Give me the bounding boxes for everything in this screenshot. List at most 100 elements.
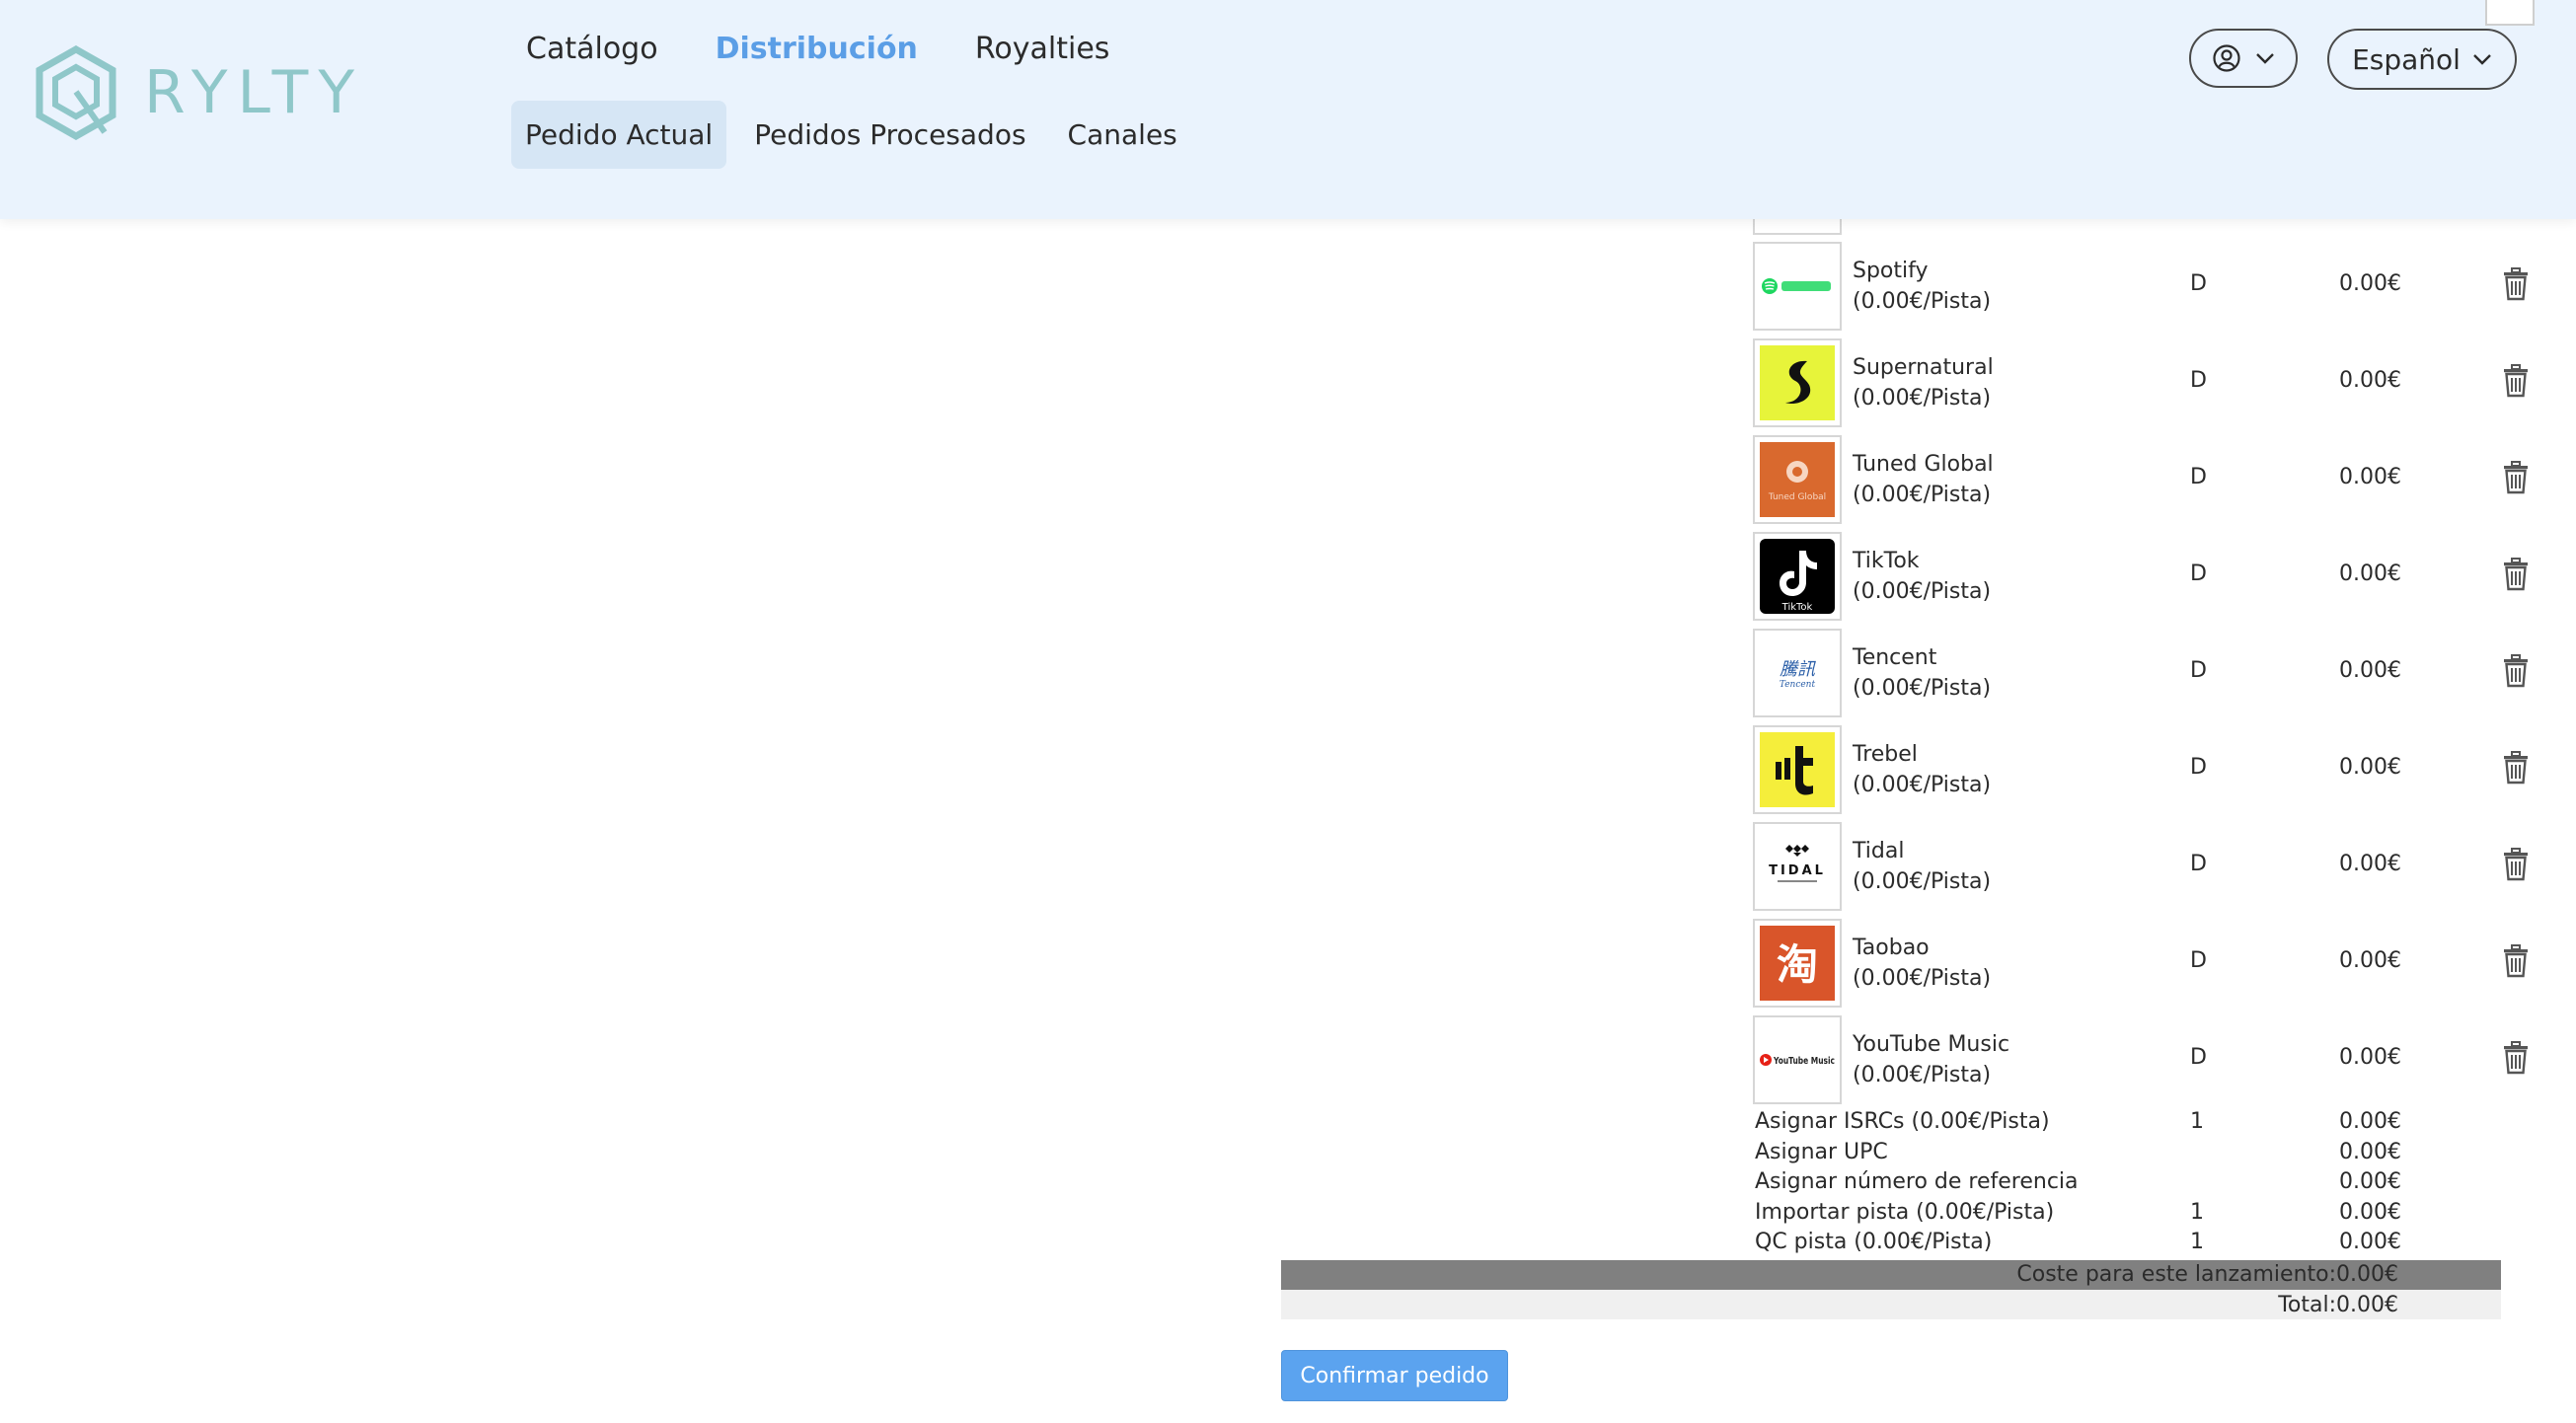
tab-canales[interactable]: Canales <box>1054 101 1191 169</box>
service-logo <box>1753 338 1842 427</box>
trash-icon[interactable] <box>2501 461 2531 494</box>
service-logo: 淘 <box>1753 919 1842 1008</box>
extra-row: QC pista (0.00€/Pista) 1 0.00€ <box>1755 1230 2426 1259</box>
trash-icon[interactable] <box>2501 1041 2531 1075</box>
trash-icon[interactable] <box>2501 944 2531 978</box>
service-name: Spotify (0.00€/Pista) <box>1853 256 1991 317</box>
order-row-tidal: TIDAL Tidal (0.00€/Pista) D 0.00€ <box>1753 822 2542 913</box>
youtube-music-logo-icon: YouTube Music <box>1760 1054 1835 1067</box>
nav-catalogo[interactable]: Catálogo <box>526 32 658 66</box>
extra-label: Asignar ISRCs (0.00€/Pista) <box>1755 1109 2050 1134</box>
svg-text:TIDAL: TIDAL <box>1769 863 1826 878</box>
service-title: Supernatural <box>1853 355 1994 380</box>
extra-row: Asignar número de referencia 0.00€ <box>1755 1169 2426 1199</box>
service-qty: D <box>2190 368 2207 393</box>
trash-icon[interactable] <box>2501 654 2531 688</box>
service-title: Tencent <box>1853 645 1937 670</box>
service-name: YouTube Music (0.00€/Pista) <box>1853 1029 2009 1090</box>
service-name: Tidal (0.00€/Pista) <box>1853 836 1991 897</box>
nav-royalties[interactable]: Royalties <box>975 32 1110 66</box>
trash-icon[interactable] <box>2501 267 2531 301</box>
release-cost-label: Coste para este lanzamiento:0.00€ <box>2016 1262 2398 1287</box>
service-price: 0.00€ <box>2339 658 2401 683</box>
total-label: Total:0.00€ <box>2278 1293 2398 1317</box>
service-name: Trebel (0.00€/Pista) <box>1853 739 1991 800</box>
service-price: 0.00€ <box>2339 852 2401 876</box>
trash-icon[interactable] <box>2501 364 2531 398</box>
svg-text:淘: 淘 <box>1777 940 1818 989</box>
extra-row: Asignar UPC 0.00€ <box>1755 1140 2426 1169</box>
service-title: Spotify <box>1853 259 1929 283</box>
extra-qty: 1 <box>2190 1200 2204 1225</box>
brand-logo[interactable]: RYLTY <box>34 45 364 140</box>
tidal-logo-icon: TIDAL <box>1769 845 1826 882</box>
taobao-logo-icon: 淘 <box>1760 926 1835 1001</box>
service-qty: D <box>2190 271 2207 296</box>
service-rate: (0.00€/Pista) <box>1853 966 1992 991</box>
service-rate: (0.00€/Pista) <box>1853 1063 1992 1087</box>
nav-distribucion[interactable]: Distribución <box>716 32 918 66</box>
tab-pedidos-procesados[interactable]: Pedidos Procesados <box>740 101 1039 169</box>
supernatural-logo-icon <box>1760 345 1835 420</box>
chevron-down-icon <box>2256 53 2274 64</box>
order-row-tuned-global: Tuned Global Tuned Global (0.00€/Pista) … <box>1753 435 2542 526</box>
service-rate: (0.00€/Pista) <box>1853 386 1992 411</box>
svg-text:騰訊: 騰訊 <box>1780 659 1816 680</box>
service-name: Taobao (0.00€/Pista) <box>1853 933 1991 994</box>
trash-icon[interactable] <box>2501 751 2531 785</box>
top-header: RYLTY Catálogo Distribución Royalties Pe… <box>0 0 2576 219</box>
extra-label: Asignar UPC <box>1755 1140 1888 1164</box>
service-qty: D <box>2190 465 2207 489</box>
service-rate: (0.00€/Pista) <box>1853 676 1992 701</box>
service-qty: D <box>2190 1045 2207 1070</box>
tiktok-logo-icon: TikTok <box>1760 539 1835 614</box>
language-select[interactable]: Español <box>2327 29 2517 90</box>
service-name: Tencent (0.00€/Pista) <box>1853 642 1991 704</box>
order-row-tiktok: TikTok TikTok (0.00€/Pista) D 0.00€ <box>1753 532 2542 623</box>
order-row-tencent: 騰訊 Tencent Tencent (0.00€/Pista) D 0.00€ <box>1753 629 2542 719</box>
extra-qty: 1 <box>2190 1109 2204 1134</box>
extra-price: 0.00€ <box>2339 1109 2401 1134</box>
svg-text:Tencent: Tencent <box>1780 680 1816 690</box>
trash-icon[interactable] <box>2501 848 2531 881</box>
svg-text:YouTube Music: YouTube Music <box>1773 1056 1835 1067</box>
svg-text:Tuned Global: Tuned Global <box>1768 492 1826 502</box>
tuned-global-logo-icon: Tuned Global <box>1760 442 1835 517</box>
order-row-taobao: 淘 Taobao (0.00€/Pista) D 0.00€ <box>1753 919 2542 1010</box>
trash-icon[interactable] <box>2501 558 2531 591</box>
service-logo <box>1753 725 1842 814</box>
spotify-logo-icon <box>1762 278 1831 294</box>
service-qty: D <box>2190 852 2207 876</box>
service-qty: D <box>2190 755 2207 780</box>
service-title: Tuned Global <box>1853 452 1994 477</box>
release-cost-row: Coste para este lanzamiento:0.00€ <box>1281 1260 2501 1290</box>
service-rate: (0.00€/Pista) <box>1853 483 1992 507</box>
extra-row: Importar pista (0.00€/Pista) 1 0.00€ <box>1755 1200 2426 1230</box>
service-rate: (0.00€/Pista) <box>1853 579 1992 604</box>
user-menu-button[interactable] <box>2189 29 2298 88</box>
service-name: TikTok (0.00€/Pista) <box>1853 546 1991 607</box>
service-price: 0.00€ <box>2339 368 2401 393</box>
extra-price: 0.00€ <box>2339 1140 2401 1164</box>
order-row-trebel: Trebel (0.00€/Pista) D 0.00€ <box>1753 725 2542 816</box>
extra-price: 0.00€ <box>2339 1169 2401 1194</box>
corner-widget[interactable] <box>2485 0 2535 26</box>
service-rate: (0.00€/Pista) <box>1853 289 1992 314</box>
service-qty: D <box>2190 562 2207 586</box>
service-price: 0.00€ <box>2339 1045 2401 1070</box>
service-title: YouTube Music <box>1853 1032 2010 1057</box>
extra-label: Importar pista (0.00€/Pista) <box>1755 1200 2055 1225</box>
total-row: Total:0.00€ <box>1281 1290 2501 1319</box>
service-price: 0.00€ <box>2339 755 2401 780</box>
service-price: 0.00€ <box>2339 465 2401 489</box>
service-logo: YouTube Music <box>1753 1015 1842 1104</box>
service-logo: TikTok <box>1753 532 1842 621</box>
extra-qty: 1 <box>2190 1230 2204 1254</box>
extra-row: Asignar ISRCs (0.00€/Pista) 1 0.00€ <box>1755 1109 2426 1139</box>
tab-pedido-actual[interactable]: Pedido Actual <box>511 101 727 169</box>
service-logo: Tuned Global <box>1753 435 1842 524</box>
extra-price: 0.00€ <box>2339 1230 2401 1254</box>
order-row-youtube-music: YouTube Music YouTube Music (0.00€/Pista… <box>1753 1015 2542 1106</box>
confirm-order-button[interactable]: Confirmar pedido <box>1281 1350 1508 1401</box>
service-logo: 騰訊 Tencent <box>1753 629 1842 717</box>
